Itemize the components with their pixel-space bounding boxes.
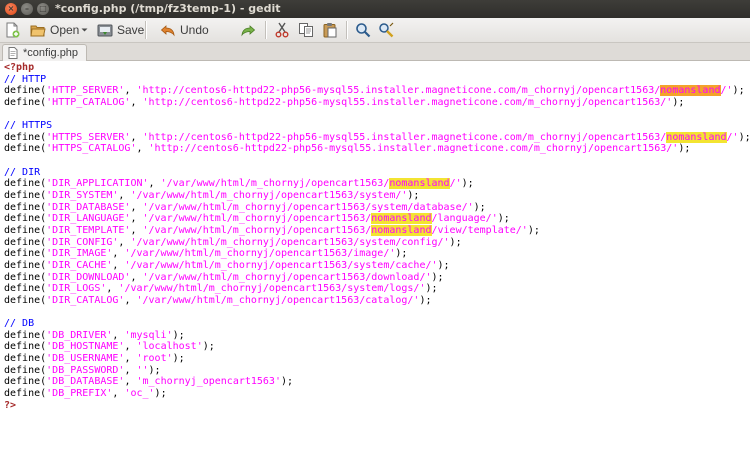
- save-icon: [97, 22, 113, 38]
- save-button[interactable]: Save: [97, 19, 144, 40]
- code-line: ?>: [4, 399, 17, 411]
- paste-clipboard-icon: [322, 22, 338, 38]
- cut-button[interactable]: [274, 19, 290, 40]
- copy-button[interactable]: [298, 19, 314, 40]
- undo-arrow-icon: [160, 22, 176, 38]
- code-line: define('DB_DRIVER', 'mysqli');: [4, 329, 185, 341]
- paste-button[interactable]: [322, 19, 338, 40]
- replace-icon: [378, 22, 394, 38]
- code-line: define('DIR_TEMPLATE', '/var/www/html/m_…: [4, 224, 540, 236]
- new-document-button[interactable]: [4, 19, 20, 40]
- open-recent-dropdown[interactable]: [80, 19, 89, 40]
- code-line: // HTTP: [4, 73, 47, 85]
- window-titlebar: × – □ *config.php (/tmp/fz3temp-1) - ged…: [0, 0, 750, 18]
- find-magnifier-icon: [355, 22, 371, 38]
- toolbar-separator: [265, 21, 267, 39]
- tab-config-php[interactable]: *config.php: [2, 44, 88, 61]
- code-line: define('DIR_CONFIG', '/var/www/html/m_ch…: [4, 236, 462, 248]
- code-line: // HTTPS: [4, 120, 53, 132]
- save-button-label: Save: [117, 22, 145, 37]
- code-line: define('DIR_CACHE', '/var/www/html/m_cho…: [4, 259, 450, 271]
- text-file-icon: [7, 47, 19, 59]
- find-replace-button[interactable]: [378, 19, 394, 40]
- find-button[interactable]: [355, 19, 371, 40]
- maximize-window-button[interactable]: □: [37, 3, 49, 15]
- code-line: // DB: [4, 318, 35, 330]
- code-line: define('DIR_APPLICATION', '/var/www/html…: [4, 178, 474, 190]
- code-view[interactable]: <?php// HTTP define('HTTP_SERVER', 'http:…: [4, 62, 750, 411]
- redo-button[interactable]: [240, 19, 256, 40]
- code-line: define('HTTP_SERVER', 'http://centos6-ht…: [4, 85, 745, 97]
- copy-icon: [298, 22, 314, 38]
- code-line: define('DIR_DATABASE', '/var/www/html/m_…: [4, 201, 486, 213]
- code-line: define('DIR_IMAGE', '/var/www/html/m_cho…: [4, 248, 408, 260]
- code-line: define('DB_PASSWORD', '');: [4, 364, 161, 376]
- code-line: define('DIR_CATALOG', '/var/www/html/m_c…: [4, 294, 432, 306]
- toolbar-separator: [346, 21, 348, 39]
- chevron-down-icon: [80, 22, 89, 38]
- window-title: *config.php (/tmp/fz3temp-1) - gedit: [55, 2, 281, 15]
- undo-button[interactable]: Undo: [160, 19, 209, 40]
- undo-button-label: Undo: [180, 22, 209, 37]
- open-folder-icon: [30, 22, 46, 38]
- cut-scissors-icon: [274, 22, 290, 38]
- code-line: define('DIR_DOWNLOAD', '/var/www/html/m_…: [4, 271, 444, 283]
- code-line: define('DB_PREFIX', 'oc_');: [4, 387, 167, 399]
- code-line: define('DIR_LOGS', '/var/www/html/m_chor…: [4, 283, 438, 295]
- code-line: <?php: [4, 62, 35, 73]
- code-line: define('DIR_LANGUAGE', '/var/www/html/m_…: [4, 213, 510, 225]
- code-line: define('DIR_SYSTEM', '/var/www/html/m_ch…: [4, 190, 420, 202]
- tab-label: *config.php: [23, 47, 79, 59]
- code-line: define('HTTPS_CATALOG', 'http://centos6-…: [4, 143, 691, 155]
- new-document-icon: [4, 22, 20, 38]
- code-line: define('DB_DATABASE', 'm_chornyj_opencar…: [4, 376, 294, 388]
- toolbar-separator: [145, 21, 147, 39]
- text-editor[interactable]: <?php// HTTP define('HTTP_SERVER', 'http:…: [0, 61, 750, 460]
- document-tabbar: *config.php: [0, 43, 750, 61]
- open-button[interactable]: Open: [30, 19, 79, 40]
- code-line: define('HTTP_CATALOG', 'http://centos6-h…: [4, 96, 685, 108]
- code-line: define('DB_USERNAME', 'root');: [4, 353, 185, 365]
- code-line: // DIR: [4, 166, 41, 178]
- main-toolbar: Open Save Undo: [0, 18, 750, 43]
- redo-arrow-icon: [240, 22, 256, 38]
- code-line: define('HTTPS_SERVER', 'http://centos6-h…: [4, 131, 750, 143]
- code-line: define('DB_HOSTNAME', 'localhost');: [4, 341, 215, 353]
- open-button-label: Open: [50, 22, 80, 37]
- minimize-window-button[interactable]: –: [21, 3, 33, 15]
- close-window-button[interactable]: ×: [5, 3, 17, 15]
